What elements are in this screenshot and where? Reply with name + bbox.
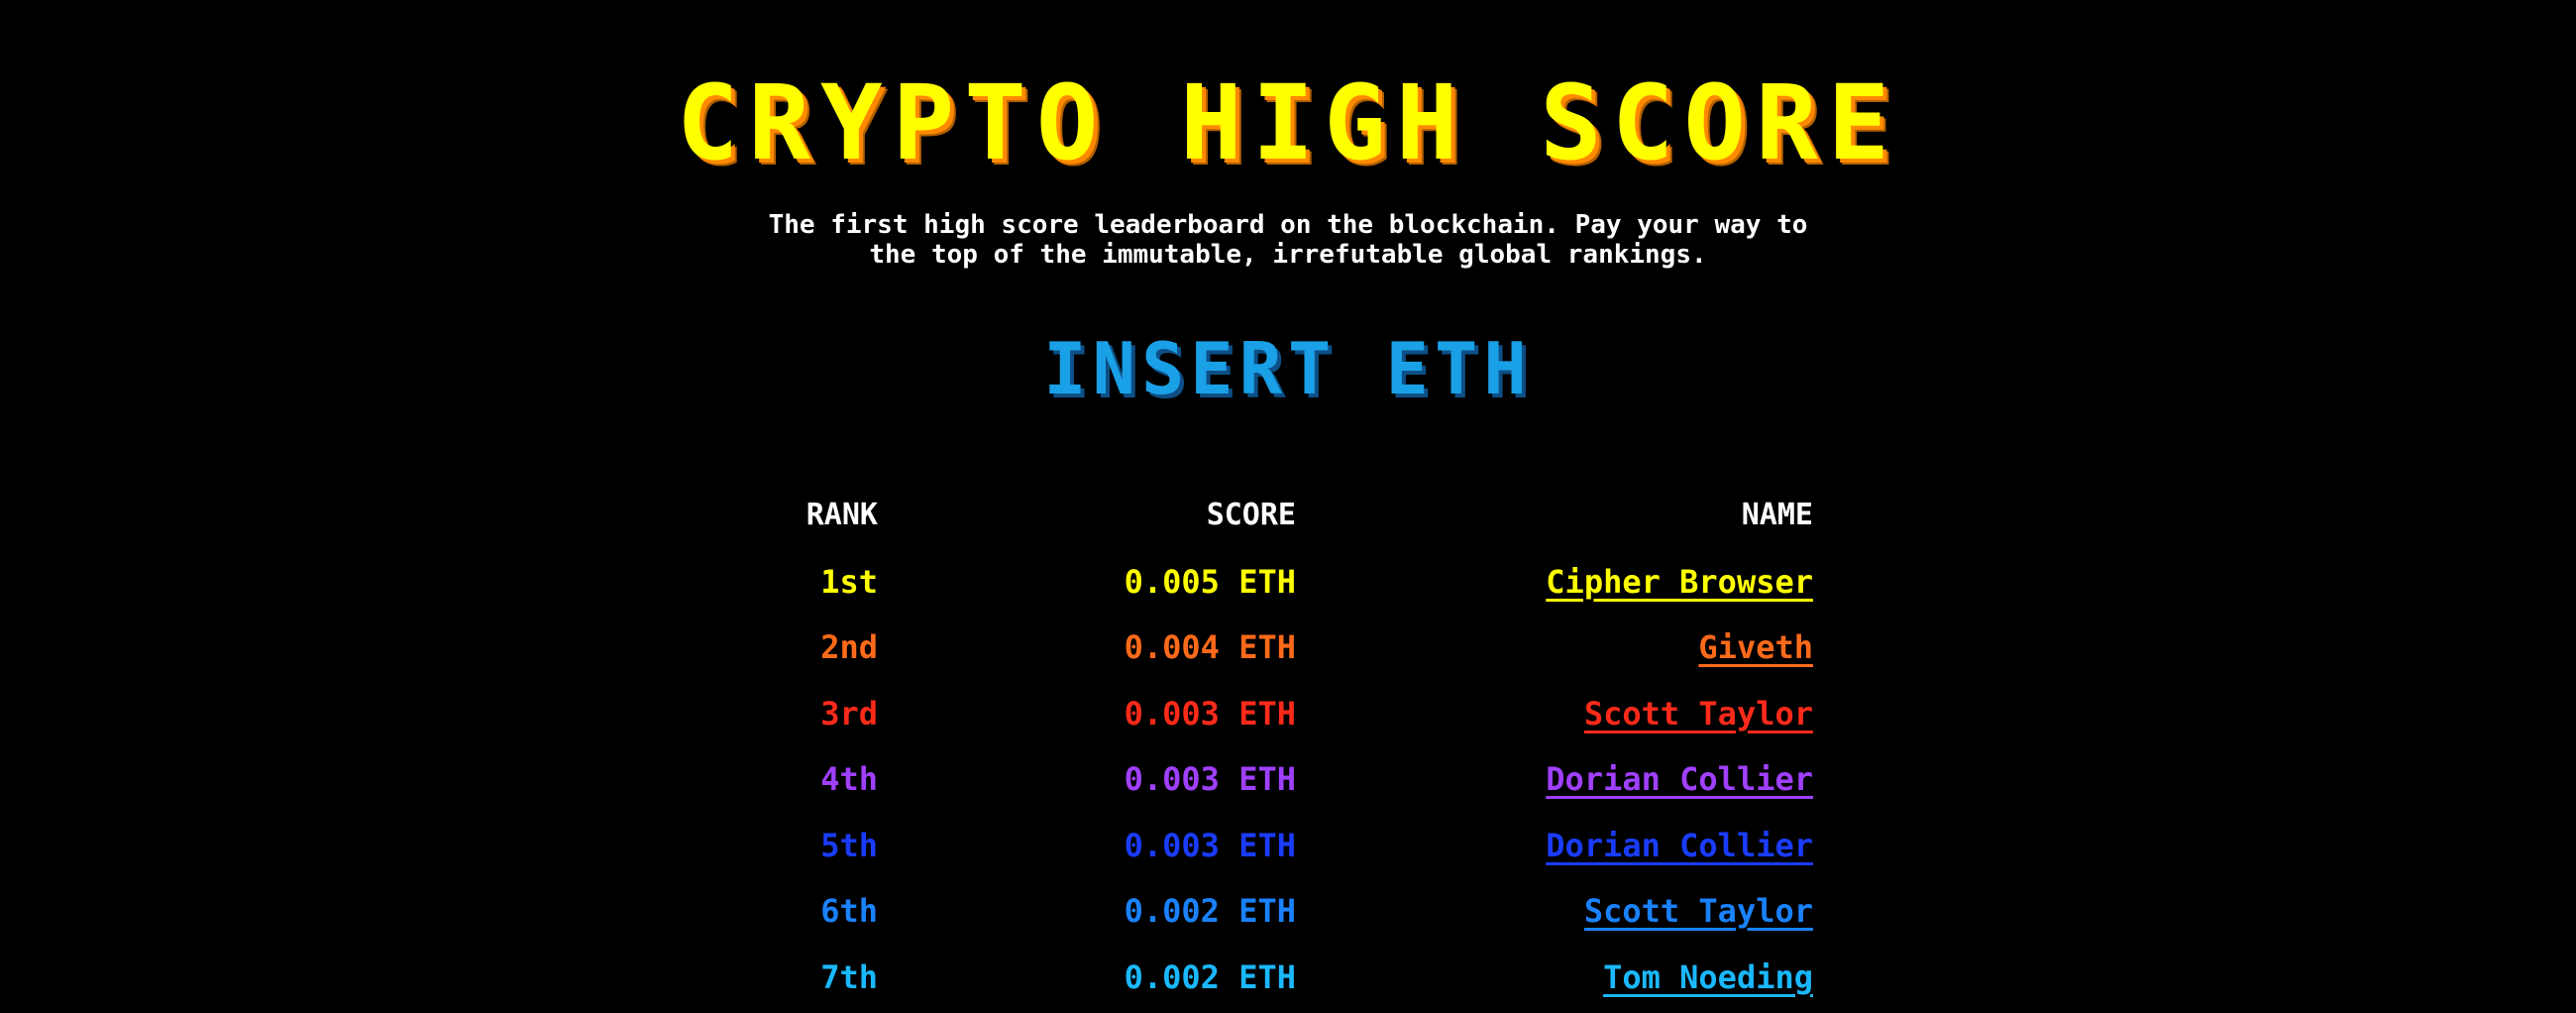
insert-eth-button[interactable]: INSERT ETH [0, 333, 2576, 404]
name-cell: Cipher Browser [1417, 552, 1813, 612]
name-cell: Scott Taylor [1417, 881, 1813, 941]
name-cell: Dorian Collier [1417, 749, 1813, 809]
rank-cell: 4th [820, 760, 878, 798]
leaderboard-row: 6th 0.002 ETH Scott Taylor [733, 881, 1813, 948]
name-cell: Dorian Collier [1417, 816, 1813, 875]
name-column-header: NAME [1741, 498, 1813, 532]
player-name-link[interactable]: Cipher Browser [1546, 563, 1813, 601]
leaderboard-header: RANK SCORE NAME [733, 486, 1813, 552]
subtitle-line-2: the top of the immutable, irrefutable gl… [869, 240, 1707, 270]
rank-cell: 1st [820, 562, 878, 601]
name-cell: Tom Noeding [1417, 948, 1813, 1007]
name-cell: Giveth [1417, 618, 1813, 677]
leaderboard: RANK SCORE NAME 1st 0.005 ETH Cipher Bro… [733, 486, 1813, 1013]
rank-cell: 5th [820, 826, 878, 864]
leaderboard-row: 4th 0.003 ETH Dorian Collier [733, 749, 1813, 816]
rank-cell: 3rd [820, 694, 878, 732]
score-cell: 0.003 ETH [1124, 826, 1296, 864]
name-cell: Scott Taylor [1417, 684, 1813, 743]
score-cell: 0.005 ETH [1124, 562, 1296, 601]
leaderboard-row: 3rd 0.003 ETH Scott Taylor [733, 684, 1813, 750]
score-cell: 0.002 ETH [1124, 957, 1296, 996]
score-column-header: SCORE [1206, 498, 1296, 532]
rank-cell: 6th [820, 892, 878, 930]
rank-column-header: RANK [805, 498, 878, 532]
player-name-link[interactable]: Scott Taylor [1584, 695, 1813, 732]
player-name-link[interactable]: Giveth [1698, 628, 1813, 666]
rank-cell: 7th [820, 957, 878, 996]
rank-cell: 2nd [820, 628, 878, 666]
leaderboard-row: 1st 0.005 ETH Cipher Browser [733, 552, 1813, 619]
player-name-link[interactable]: Tom Noeding [1603, 958, 1813, 996]
subtitle-line-1: The first high score leaderboard on the … [768, 210, 1808, 240]
score-cell: 0.004 ETH [1124, 628, 1296, 666]
player-name-link[interactable]: Dorian Collier [1546, 827, 1813, 864]
player-name-link[interactable]: Dorian Collier [1546, 760, 1813, 798]
page-subtitle: The first high score leaderboard on the … [644, 210, 1932, 270]
player-name-link[interactable]: Scott Taylor [1584, 892, 1813, 930]
page-title: CRYPTO HIGH SCORE [676, 62, 1900, 183]
leaderboard-row: 2nd 0.004 ETH Giveth [733, 618, 1813, 684]
score-cell: 0.003 ETH [1124, 694, 1296, 732]
score-cell: 0.003 ETH [1124, 760, 1296, 798]
page: CRYPTO HIGH SCORE The first high score l… [0, 0, 2576, 1013]
score-cell: 0.002 ETH [1124, 892, 1296, 930]
leaderboard-row: 5th 0.003 ETH Dorian Collier [733, 816, 1813, 882]
leaderboard-row: 7th 0.002 ETH Tom Noeding [733, 948, 1813, 1013]
